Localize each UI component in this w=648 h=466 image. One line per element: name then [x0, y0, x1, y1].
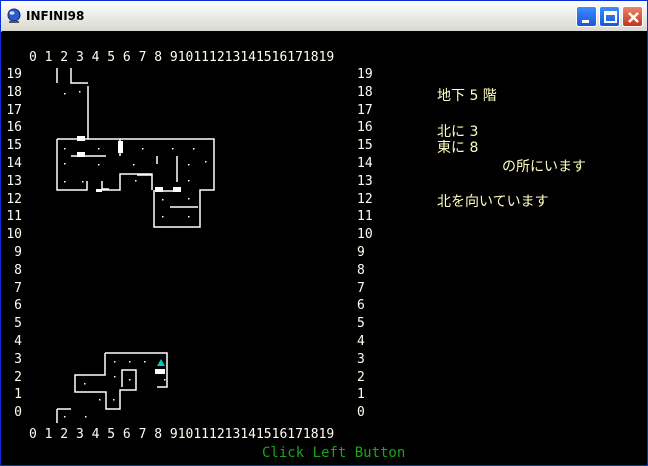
right-row-label: 5: [357, 316, 365, 332]
right-row-label: 19: [357, 67, 373, 82]
right-row-label: 15: [357, 138, 373, 154]
game-screen[interactable]: 0 1 2 3 4 5 6 7 8 910111213141516171819 …: [2, 31, 647, 465]
left-row-label: 10: [6, 227, 22, 243]
right-row-label: 13: [357, 173, 373, 189]
close-button[interactable]: [622, 6, 643, 27]
maximize-button[interactable]: [599, 6, 620, 27]
left-row-label: 6: [14, 298, 22, 314]
right-row-label: 8: [357, 262, 365, 278]
right-row-label: 12: [357, 191, 373, 207]
dungeon-map: [56, 68, 215, 423]
door-markers: [77, 136, 181, 374]
location-suffix: の所にいます: [502, 159, 586, 175]
left-row-label: 7: [14, 280, 22, 296]
left-row-label: 3: [14, 351, 22, 367]
floor-dots: [64, 91, 207, 418]
left-row-label: 17: [6, 102, 22, 118]
maximize-icon: [604, 11, 617, 23]
right-row-label: 3: [357, 351, 365, 367]
left-row-label: 0: [14, 405, 22, 421]
right-row-label: 14: [357, 156, 373, 171]
left-row-label: 19: [6, 67, 22, 82]
right-row-label: 11: [357, 209, 373, 225]
left-row-label: 12: [6, 191, 22, 207]
right-row-label: 18: [357, 84, 373, 100]
north-position: 北に 3: [437, 124, 479, 140]
east-position: 東に 8: [437, 140, 479, 156]
app-window: INFINI98 0 1 2 3 4 5 6 7 8 9101112131415…: [0, 0, 648, 466]
title-bar[interactable]: INFINI98: [1, 1, 647, 32]
minimize-button[interactable]: [576, 6, 597, 27]
left-row-label: 1: [14, 387, 22, 403]
right-row-label: 0: [357, 405, 365, 421]
left-row-label: 5: [14, 316, 22, 332]
right-row-label: 16: [357, 120, 373, 136]
right-row-label: 7: [357, 280, 365, 296]
right-row-label: 1: [357, 387, 365, 403]
right-row-label: 2: [357, 369, 365, 385]
left-row-label: 18: [6, 84, 22, 100]
right-row-label: 4: [357, 334, 365, 349]
left-row-label: 13: [6, 173, 22, 189]
right-row-label: 6: [357, 298, 365, 314]
right-row-label: 10: [357, 227, 373, 243]
close-icon: [628, 12, 639, 23]
right-row-label: 9: [357, 245, 365, 260]
left-row-label: 2: [14, 369, 22, 385]
minimize-icon: [582, 20, 589, 23]
left-row-label: 14: [6, 156, 22, 171]
right-row-label: 17: [357, 102, 373, 118]
left-row-label: 4: [14, 334, 22, 349]
map-walls: [56, 68, 215, 423]
left-row-label: 8: [14, 262, 22, 278]
click-prompt[interactable]: Click Left Button: [262, 445, 405, 461]
left-row-label: 16: [6, 120, 22, 136]
facing-direction: 北を向いています: [437, 194, 549, 210]
floor-label: 地下 5 階: [437, 88, 497, 104]
left-row-label: 15: [6, 138, 22, 154]
window-title: INFINI98: [26, 9, 85, 23]
left-row-label: 11: [6, 209, 22, 225]
left-row-label: 9: [14, 245, 22, 260]
player-marker-icon: [157, 359, 165, 366]
app-globe-icon[interactable]: [6, 8, 22, 24]
